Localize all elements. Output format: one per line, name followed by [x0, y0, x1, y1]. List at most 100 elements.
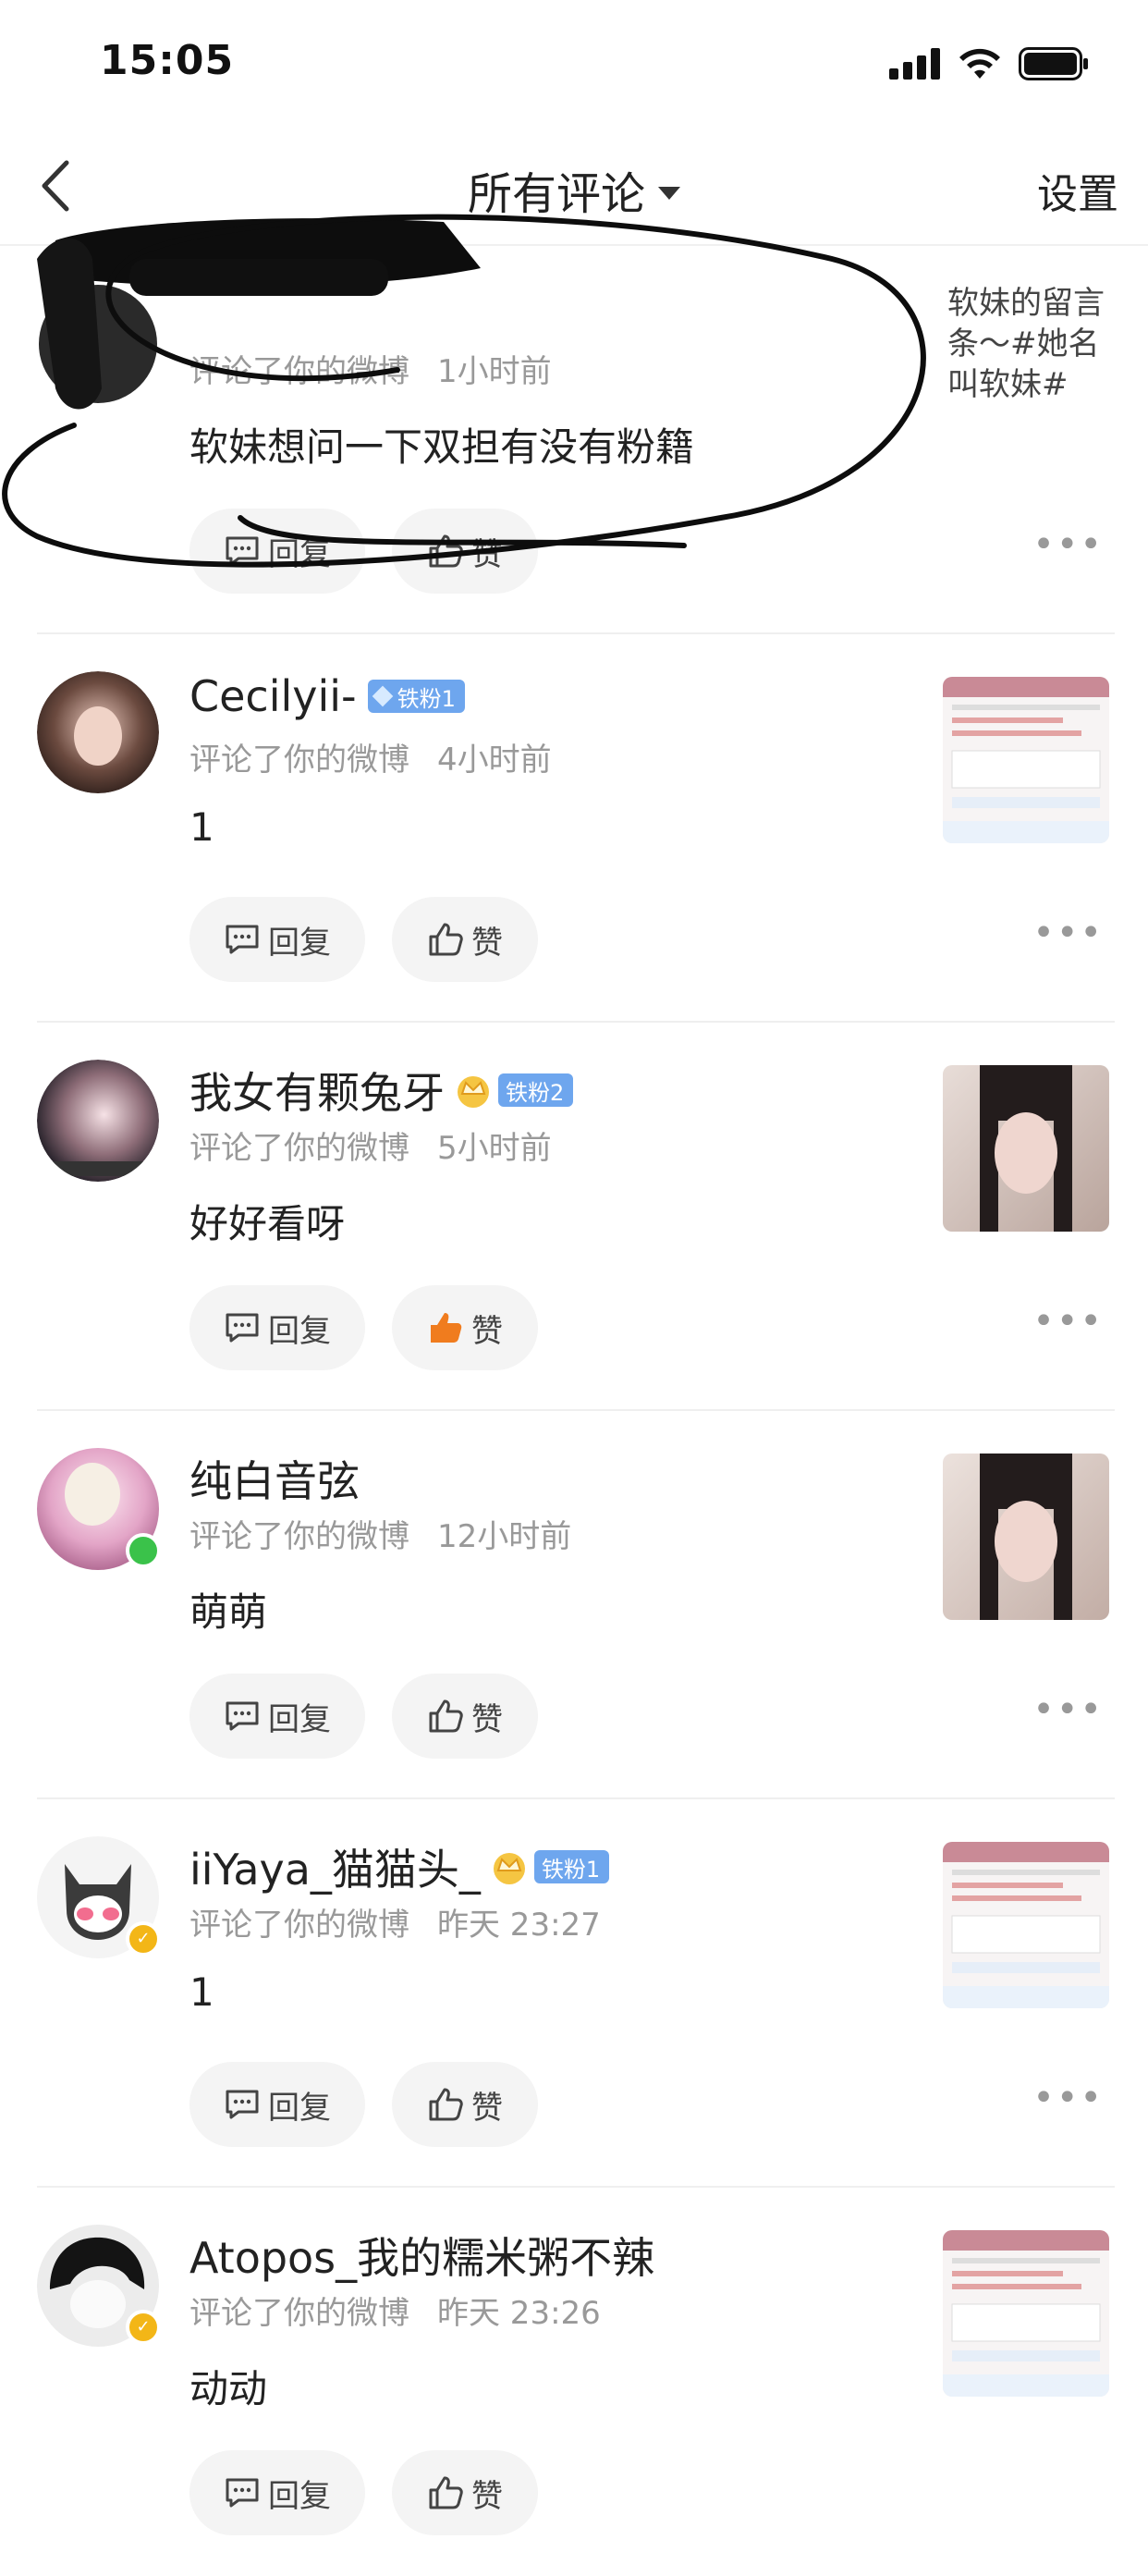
reply-label: 回复 — [268, 924, 331, 962]
thumbs-up-icon — [429, 923, 463, 956]
comment-list: 评论了你的微博 1小时前 软妹想问一下双担有没有粉籍 回复 赞 ••• 软妹的留言… — [0, 246, 1148, 2576]
fan-badge[interactable]: 铁粉1 — [533, 1850, 610, 1883]
signal-icon — [889, 48, 940, 80]
meta-time: 昨天 23:26 — [437, 2295, 601, 2332]
battery-icon — [1019, 47, 1088, 80]
username-text: iiYaya_猫猫头_ — [189, 1845, 481, 1895]
comment-bubble-icon — [226, 1313, 259, 1343]
reply-button[interactable]: 回复 — [189, 1285, 365, 1370]
comment-bubble-icon — [226, 1701, 259, 1731]
badge-label: 铁粉1 — [541, 1856, 601, 1883]
like-label: 赞 — [471, 535, 503, 573]
comment-bubble-icon — [226, 925, 259, 954]
comment-bubble-icon — [226, 2478, 259, 2508]
comment-text: 软妹想问一下双担有没有粉籍 — [189, 424, 695, 470]
diamond-icon — [372, 685, 393, 707]
like-button[interactable]: 赞 — [392, 2450, 538, 2535]
username[interactable]: Atopos_我的糯米粥不辣 — [189, 2225, 654, 2286]
more-options-icon[interactable]: ••• — [1032, 1688, 1104, 1731]
crown-icon — [458, 1076, 489, 1108]
crown-icon — [493, 1853, 525, 1884]
meta-time: 12小时前 — [437, 1518, 572, 1555]
like-button[interactable]: 赞 — [392, 897, 538, 982]
reply-label: 回复 — [268, 1312, 331, 1350]
comment-item[interactable]: 评论了你的微博 1小时前 软妹想问一下双担有没有粉籍 回复 赞 ••• 软妹的留言… — [0, 246, 1148, 634]
username[interactable]: 纯白音弦 — [189, 1448, 360, 1509]
meta-action: 评论了你的微博 — [189, 742, 409, 779]
like-label: 赞 — [471, 2089, 503, 2127]
online-status-icon — [126, 1533, 161, 1568]
reply-button[interactable]: 回复 — [189, 1674, 365, 1759]
badge-label: 铁粉1 — [397, 685, 456, 712]
avatar[interactable]: ✓ — [37, 1836, 161, 1958]
username[interactable]: iiYaya_猫猫头_ 铁粉1 — [189, 1836, 610, 1897]
post-thumbnail[interactable] — [943, 677, 1109, 843]
comment-item[interactable]: 我女有颗兔牙 铁粉2 评论了你的微博 5小时前 好好看呀 回复 赞 ••• — [0, 1023, 1148, 1411]
meta-time: 5小时前 — [437, 1130, 552, 1167]
nav-bar: 所有评论 设置 — [0, 129, 1148, 246]
meta-action: 评论了你的微博 — [189, 1518, 409, 1555]
meta-action: 评论了你的微博 — [189, 353, 409, 390]
caret-down-icon — [658, 187, 680, 200]
like-label: 赞 — [471, 1312, 503, 1350]
comment-bubble-icon — [226, 536, 259, 566]
more-options-icon[interactable]: ••• — [1032, 523, 1104, 566]
like-button-active[interactable]: 赞 — [392, 1285, 538, 1370]
username[interactable]: 我女有颗兔牙 铁粉2 — [189, 1060, 574, 1121]
post-thumbnail[interactable] — [943, 1454, 1109, 1620]
like-button[interactable]: 赞 — [392, 2062, 538, 2147]
post-thumbnail[interactable] — [943, 2230, 1109, 2397]
comment-item[interactable]: Cecilyii- 铁粉1 评论了你的微博 4小时前 1 回复 赞 ••• — [0, 634, 1148, 1023]
like-button[interactable]: 赞 — [392, 1674, 538, 1759]
thumbs-up-icon — [429, 534, 463, 568]
comment-text: 萌萌 — [189, 1589, 268, 1635]
verified-icon: ✓ — [126, 1921, 161, 1957]
comment-bubble-icon — [226, 2090, 259, 2119]
comment-item[interactable]: ✓ Atopos_我的糯米粥不辣 评论了你的微博 昨天 23:26 动动 回复 赞 — [0, 2188, 1148, 2576]
comment-meta: 评论了你的微博 昨天 23:26 — [189, 2288, 601, 2333]
avatar[interactable]: ✓ — [37, 2225, 161, 2347]
comment-item[interactable]: 纯白音弦 评论了你的微博 12小时前 萌萌 回复 赞 ••• — [0, 1411, 1148, 1799]
reply-button[interactable]: 回复 — [189, 2450, 365, 2535]
settings-button[interactable]: 设置 — [1037, 161, 1118, 220]
comment-meta: 评论了你的微博 昨天 23:27 — [189, 1899, 601, 1944]
comment-meta: 评论了你的微博 4小时前 — [189, 734, 552, 779]
meta-time: 昨天 23:27 — [437, 1907, 601, 1944]
more-options-icon[interactable]: ••• — [1032, 1300, 1104, 1343]
avatar[interactable] — [37, 1448, 161, 1570]
badge-label: 铁粉2 — [506, 1079, 565, 1106]
reply-label: 回复 — [268, 2089, 331, 2127]
like-button[interactable]: 赞 — [392, 509, 538, 594]
more-options-icon[interactable]: ••• — [1032, 2077, 1104, 2119]
username-text: 我女有颗兔牙 — [189, 1068, 445, 1118]
fan-badge[interactable]: 铁粉2 — [498, 1073, 574, 1107]
thumbs-up-filled-icon — [431, 1313, 462, 1343]
status-time: 15:05 — [100, 37, 235, 84]
comment-text: 动动 — [189, 2366, 268, 2411]
avatar[interactable] — [37, 283, 159, 405]
post-preview-text[interactable]: 软妹的留言条～#她名叫软妹# — [947, 283, 1118, 405]
reply-button[interactable]: 回复 — [189, 509, 365, 594]
comment-text: 1 — [189, 804, 214, 850]
avatar[interactable] — [37, 671, 159, 793]
meta-time: 4小时前 — [437, 742, 552, 779]
reply-button[interactable]: 回复 — [189, 897, 365, 982]
verified-icon: ✓ — [126, 2310, 161, 2345]
meta-action: 评论了你的微博 — [189, 1130, 409, 1167]
filter-dropdown[interactable]: 所有评论 — [0, 157, 1148, 222]
reply-label: 回复 — [268, 1700, 331, 1738]
post-thumbnail[interactable] — [943, 1842, 1109, 2008]
reply-button[interactable]: 回复 — [189, 2062, 365, 2147]
more-options-icon[interactable]: ••• — [1032, 912, 1104, 954]
thumbs-up-icon — [429, 2088, 463, 2121]
comment-item[interactable]: ✓ iiYaya_猫猫头_ 铁粉1 评论了你的微博 昨天 23:27 1 回复 赞… — [0, 1799, 1148, 2188]
username-text: Cecilyii- — [189, 671, 357, 721]
fan-badge[interactable]: 铁粉1 — [367, 680, 465, 713]
username[interactable]: Cecilyii- 铁粉1 — [189, 671, 465, 721]
reply-label: 回复 — [268, 535, 331, 573]
avatar[interactable] — [37, 1060, 159, 1182]
post-thumbnail[interactable] — [943, 1065, 1109, 1232]
wifi-icon — [959, 48, 1000, 79]
status-icons — [889, 41, 1089, 87]
reply-label: 回复 — [268, 2477, 331, 2515]
